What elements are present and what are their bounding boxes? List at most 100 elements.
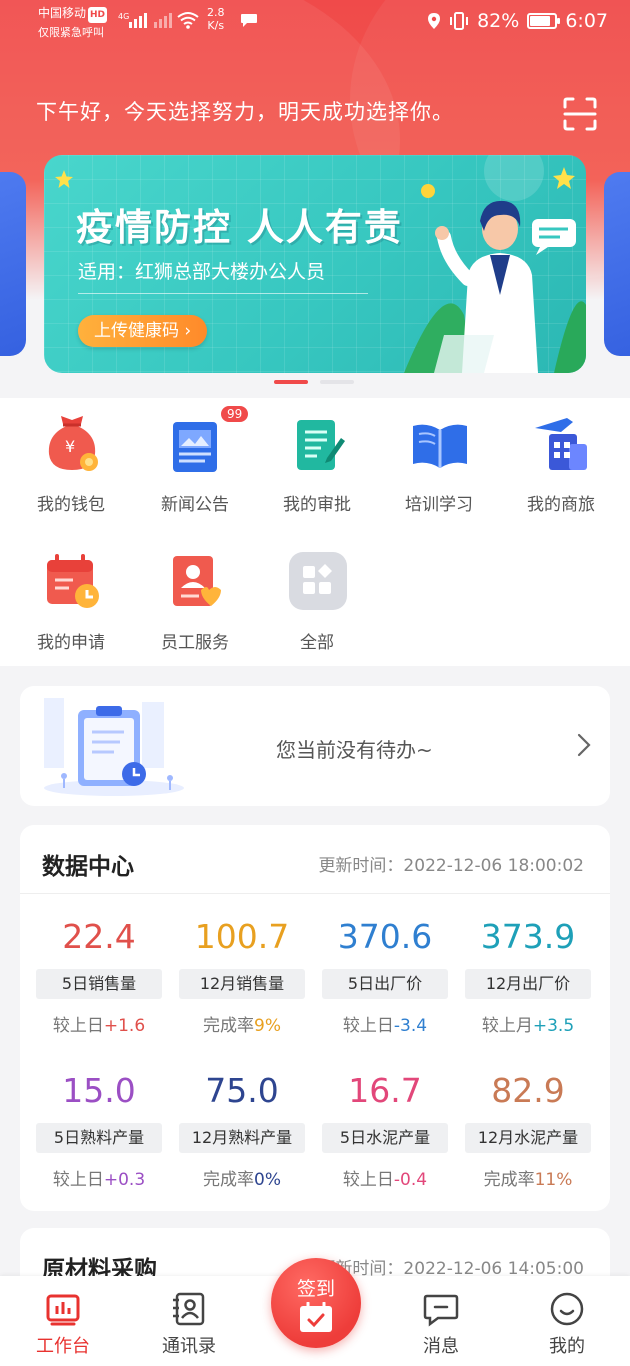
data-center-card: 数据中心 更新时间：2022-12-06 18:00:02 22.4 5日销售量较… xyxy=(20,825,610,1211)
comparison-value: +3.5 xyxy=(532,1016,575,1036)
hd-badge: HD xyxy=(88,7,108,23)
metric-name: 12月熟料产量 xyxy=(179,1123,305,1153)
comparison-value: 11% xyxy=(534,1170,573,1190)
comparison-value: +0.3 xyxy=(103,1170,146,1190)
wallet-icon: ¥ xyxy=(48,416,98,471)
app-label: 全部 xyxy=(300,633,334,653)
metric-name: 12月销售量 xyxy=(179,969,305,999)
metric-value: 22.4 xyxy=(62,917,136,956)
data-center-title: 数据中心 xyxy=(42,854,134,880)
metric-value: 370.6 xyxy=(337,917,433,956)
comparison-label: 完成率 xyxy=(203,1016,254,1036)
metric-value: 16.7 xyxy=(348,1071,422,1110)
pagination-dot-active[interactable] xyxy=(274,380,308,384)
app-label: 我的钱包 xyxy=(37,495,105,515)
banner-next-slide[interactable] xyxy=(604,172,630,356)
emergency-call-text: 仅限紧急呼叫 xyxy=(38,26,104,39)
carrier-name: 中国移动 xyxy=(38,6,87,20)
app-approval[interactable]: 我的审批 xyxy=(255,398,379,518)
metric-value: 82.9 xyxy=(491,1071,565,1110)
scan-icon[interactable] xyxy=(562,96,598,132)
location-icon xyxy=(428,13,441,29)
comparison-label: 较上日 xyxy=(342,1016,394,1036)
tab-label: 工作台 xyxy=(36,1336,90,1357)
news-icon xyxy=(173,422,217,472)
divider xyxy=(20,893,610,894)
app-travel[interactable]: 我的商旅 xyxy=(499,398,623,518)
banner-subtitle: 适用：红狮总部大楼办公人员 xyxy=(78,261,326,283)
message-icon xyxy=(423,1294,459,1327)
all-apps-icon xyxy=(289,552,347,610)
clock-time: 6:07 xyxy=(565,10,608,32)
metric-item[interactable]: 15.0 5日熟料产量 较上日+0.3 xyxy=(35,1071,163,1211)
metric-item[interactable]: 75.0 12月熟料产量完成率0% xyxy=(178,1071,306,1211)
metric-name: 5日销售量 xyxy=(36,969,162,999)
banner-title: 疫情防控 人人有责 xyxy=(76,206,403,249)
todo-card[interactable]: 您当前没有待办~ xyxy=(20,686,610,806)
app-all[interactable]: 全部 xyxy=(255,536,379,656)
metric-comparison: 较上日+1.6 xyxy=(35,1011,163,1036)
metric-name: 5日水泥产量 xyxy=(322,1123,448,1153)
metric-item[interactable]: 82.9 12月水泥产量 完成率11% xyxy=(464,1071,592,1211)
app-news[interactable]: 99 新闻公告 xyxy=(133,398,257,518)
checkin-button[interactable]: 签到 xyxy=(271,1258,361,1348)
app-wallet[interactable]: ¥ 我的钱包 xyxy=(9,398,133,518)
app-grid: ¥ 我的钱包 99 新闻公告 我的审批 培训学习 我的商旅 我的申请 员工服务 … xyxy=(0,398,630,666)
svg-text:4G: 4G xyxy=(118,12,129,21)
tab-messages[interactable]: 消息 xyxy=(386,1276,496,1366)
contacts-icon xyxy=(173,1292,205,1326)
vibrate-icon xyxy=(450,12,469,30)
tab-contacts[interactable]: 通讯录 xyxy=(134,1276,244,1366)
tab-mine[interactable]: 我的 xyxy=(512,1276,622,1366)
upload-health-code-button[interactable]: 上传健康码 › xyxy=(78,315,208,347)
tab-workbench[interactable]: 工作台 xyxy=(8,1276,118,1366)
metric-item[interactable]: 16.7 5日水泥产量较上日-0.4 xyxy=(321,1071,449,1211)
banner-divider xyxy=(78,293,368,294)
comparison-value: -3.4 xyxy=(393,1016,428,1036)
staff-icon xyxy=(173,556,221,606)
metric-item[interactable]: 22.4 5日销售量较上日+1.6 xyxy=(35,917,163,1057)
approval-icon xyxy=(297,420,345,470)
metric-value: 75.0 xyxy=(205,1071,279,1110)
tab-label: 通讯录 xyxy=(162,1336,216,1357)
metric-value: 15.0 xyxy=(62,1071,136,1110)
metric-name: 5日出厂价 xyxy=(322,969,448,999)
metric-value: 373.9 xyxy=(480,917,576,956)
metric-comparison: 完成率9% xyxy=(178,1011,306,1036)
comparison-value: 0% xyxy=(254,1170,281,1190)
metric-item[interactable]: 373.9 12月出厂价较上月+3.5 xyxy=(464,917,592,1057)
book-icon xyxy=(413,424,467,468)
travel-icon xyxy=(535,418,587,470)
comparison-label: 较上月 xyxy=(481,1016,533,1036)
news-unread-badge: 99 xyxy=(219,404,251,424)
epidemic-banner[interactable]: 疫情防控 人人有责 适用：红狮总部大楼办公人员 上传健康码 › xyxy=(44,155,586,373)
app-training[interactable]: 培训学习 xyxy=(377,398,501,518)
comparison-label: 较上日 xyxy=(52,1016,104,1036)
metric-item[interactable]: 100.7 12月销售量完成率9% xyxy=(178,917,306,1057)
star-icon xyxy=(55,170,73,188)
app-my-applications[interactable]: 我的申请 xyxy=(9,536,133,656)
comparison-label: 较上日 xyxy=(52,1170,104,1190)
metric-name: 12月出厂价 xyxy=(465,969,591,999)
comparison-label: 较上日 xyxy=(342,1170,394,1190)
clipboard-illustration xyxy=(44,698,184,796)
comparison-value: -0.4 xyxy=(393,1170,428,1190)
pagination-dot[interactable] xyxy=(320,380,354,384)
tab-label: 我的 xyxy=(549,1336,585,1357)
app-label: 新闻公告 xyxy=(161,495,229,515)
battery-icon xyxy=(527,13,561,29)
metric-comparison: 较上月+3.5 xyxy=(464,1011,592,1036)
chevron-right-icon[interactable] xyxy=(576,732,592,758)
metric-value: 100.7 xyxy=(194,917,290,956)
comparison-value: +1.6 xyxy=(103,1016,146,1036)
greeting-text: 下午好，今天选择努力，明天成功选择你。 xyxy=(36,100,454,124)
checkin-label: 签到 xyxy=(296,1278,335,1300)
metric-item[interactable]: 370.6 5日出厂价较上日-3.4 xyxy=(321,917,449,1057)
app-staff-service[interactable]: 员工服务 xyxy=(133,536,257,656)
app-label: 员工服务 xyxy=(161,633,229,653)
no-todo-text: 您当前没有待办~ xyxy=(276,738,433,762)
metric-comparison: 完成率0% xyxy=(178,1165,306,1190)
app-label: 我的商旅 xyxy=(527,495,595,515)
banner-prev-slide[interactable] xyxy=(0,172,26,356)
comparison-label: 完成率 xyxy=(203,1170,254,1190)
